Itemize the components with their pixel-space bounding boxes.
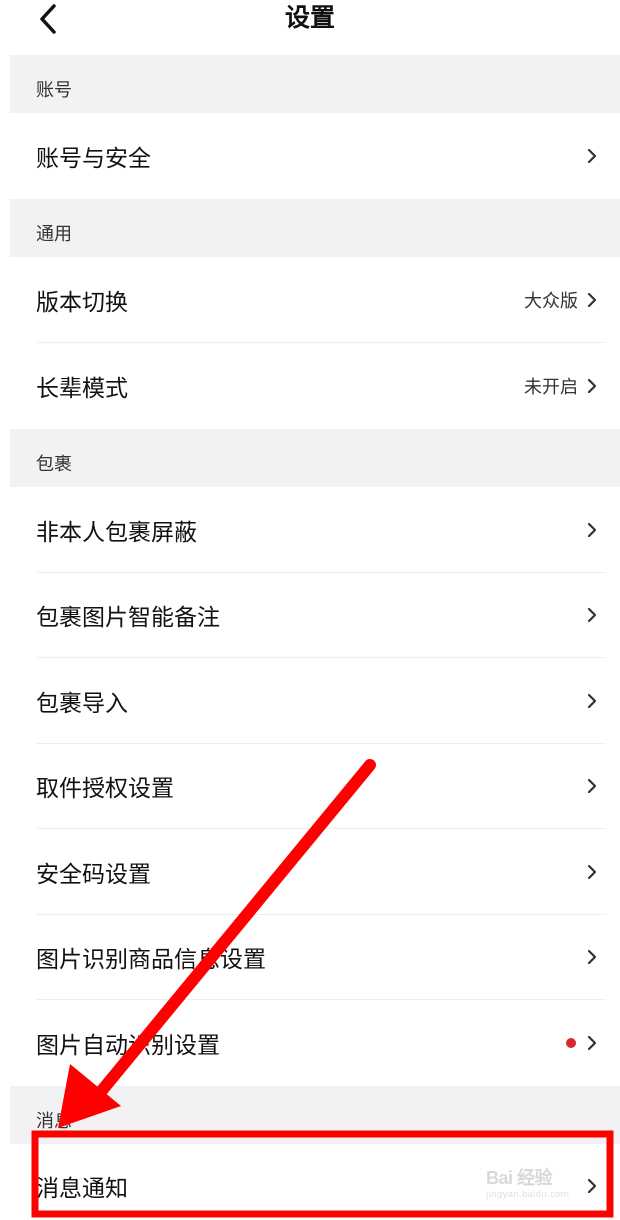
chevron-right-icon — [587, 950, 597, 965]
settings-list: 账号 账号与安全 通用 版本切换 大众版 长辈模式 未开启 包裹 非本人包裹屏蔽… — [10, 55, 620, 1220]
settings-item-pickup-authorization[interactable]: 取件授权设置 — [10, 743, 620, 829]
settings-item-label: 取件授权设置 — [36, 776, 174, 803]
settings-item-label: 包裹导入 — [36, 690, 128, 717]
section-header-messages: 消息 — [10, 1085, 620, 1144]
settings-item-label: 长辈模式 — [36, 376, 128, 402]
settings-item-label: 图片识别商品信息设置 — [36, 947, 266, 974]
chevron-right-icon — [587, 1035, 597, 1050]
settings-item-label: 包裹图片智能备注 — [36, 605, 220, 632]
settings-item-account-security[interactable]: 账号与安全 — [10, 113, 620, 199]
chevron-right-icon — [587, 693, 597, 708]
top-nav-bar: 设置 — [0, 0, 620, 55]
section-header-package: 包裹 — [10, 429, 620, 487]
settings-item-label: 安全码设置 — [36, 861, 151, 888]
chevron-right-icon — [587, 779, 597, 794]
chevron-right-icon — [587, 522, 597, 537]
settings-item-block-others-packages[interactable]: 非本人包裹屏蔽 — [10, 487, 620, 573]
page-title: 设置 — [284, 3, 335, 32]
section-header-general: 通用 — [10, 199, 620, 257]
settings-item-label: 版本切换 — [36, 290, 128, 316]
watermark-subtext: jingyan.baidu.com — [486, 1190, 570, 1200]
settings-item-package-import[interactable]: 包裹导入 — [10, 658, 620, 744]
chevron-right-icon — [587, 608, 597, 623]
settings-item-label: 账号与安全 — [36, 146, 151, 172]
chevron-right-icon — [587, 148, 597, 164]
section-header-account: 账号 — [10, 55, 620, 113]
settings-item-label: 非本人包裹屏蔽 — [36, 519, 197, 546]
settings-item-image-product-recognition[interactable]: 图片识别商品信息设置 — [10, 914, 620, 1000]
settings-item-label: 图片自动识别设置 — [36, 1032, 220, 1059]
notification-dot — [566, 1037, 576, 1048]
settings-item-image-auto-recognition[interactable]: 图片自动识别设置 — [10, 1000, 620, 1086]
watermark-logo: Bai 经验 jingyan.baidu.com — [486, 1162, 606, 1202]
chevron-right-icon — [587, 864, 597, 879]
chevron-right-icon — [587, 378, 597, 394]
settings-item-value: 未开启 — [524, 377, 578, 398]
settings-item-label: 消息通知 — [36, 1176, 128, 1203]
settings-item-package-photo-notes[interactable]: 包裹图片智能备注 — [10, 572, 620, 658]
settings-item-version-switch[interactable]: 版本切换 大众版 — [10, 257, 620, 343]
chevron-right-icon — [587, 292, 597, 308]
settings-item-value: 大众版 — [524, 291, 578, 312]
settings-item-security-code[interactable]: 安全码设置 — [10, 829, 620, 915]
settings-item-elder-mode[interactable]: 长辈模式 未开启 — [10, 343, 620, 429]
watermark-text: Bai 经验 — [486, 1168, 553, 1188]
